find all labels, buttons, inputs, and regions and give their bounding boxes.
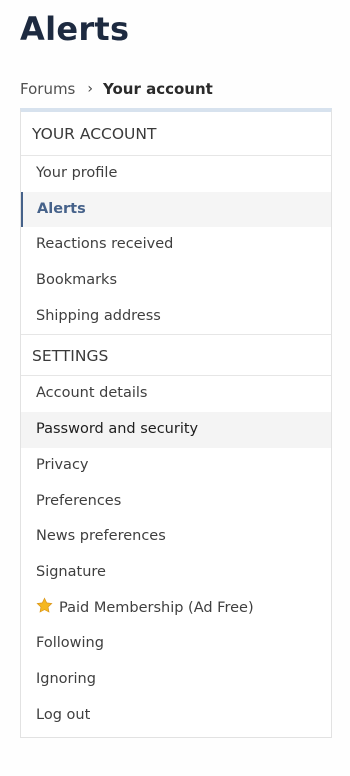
section-header-your-account: YOUR ACCOUNT bbox=[21, 112, 331, 156]
menu-item-privacy[interactable]: Privacy bbox=[21, 448, 331, 484]
breadcrumb-your-account-link[interactable]: Your account bbox=[103, 80, 213, 98]
menu-item-bookmarks[interactable]: Bookmarks bbox=[21, 263, 331, 299]
menu-item-ignoring[interactable]: Ignoring bbox=[21, 662, 331, 698]
menu-item-reactions-received[interactable]: Reactions received bbox=[21, 227, 331, 263]
menu-item-signature[interactable]: Signature bbox=[21, 555, 331, 591]
menu-item-following[interactable]: Following bbox=[21, 626, 331, 662]
menu-item-news-preferences[interactable]: News preferences bbox=[21, 519, 331, 555]
breadcrumb-separator: › bbox=[87, 81, 93, 97]
menu-item-preferences[interactable]: Preferences bbox=[21, 484, 331, 520]
menu-item-password-and-security[interactable]: Password and security bbox=[21, 412, 331, 448]
menu-item-paid-membership[interactable]: Paid Membership (Ad Free) bbox=[21, 591, 331, 627]
menu-item-account-details[interactable]: Account details bbox=[21, 376, 331, 412]
star-icon bbox=[36, 593, 53, 629]
menu-item-paid-membership-label: Paid Membership (Ad Free) bbox=[59, 599, 254, 616]
account-menu-panel: YOUR ACCOUNT Your profile Alerts Reactio… bbox=[20, 108, 332, 738]
menu-item-your-profile[interactable]: Your profile bbox=[21, 156, 331, 192]
section-header-settings: SETTINGS bbox=[21, 334, 331, 377]
page-title: Alerts bbox=[20, 10, 130, 48]
menu-item-shipping-address[interactable]: Shipping address bbox=[21, 299, 331, 335]
menu-item-log-out[interactable]: Log out bbox=[21, 698, 331, 734]
breadcrumb: Forums › Your account bbox=[20, 80, 213, 98]
menu-item-alerts[interactable]: Alerts bbox=[21, 191, 331, 228]
breadcrumb-forums-link[interactable]: Forums bbox=[20, 80, 75, 98]
